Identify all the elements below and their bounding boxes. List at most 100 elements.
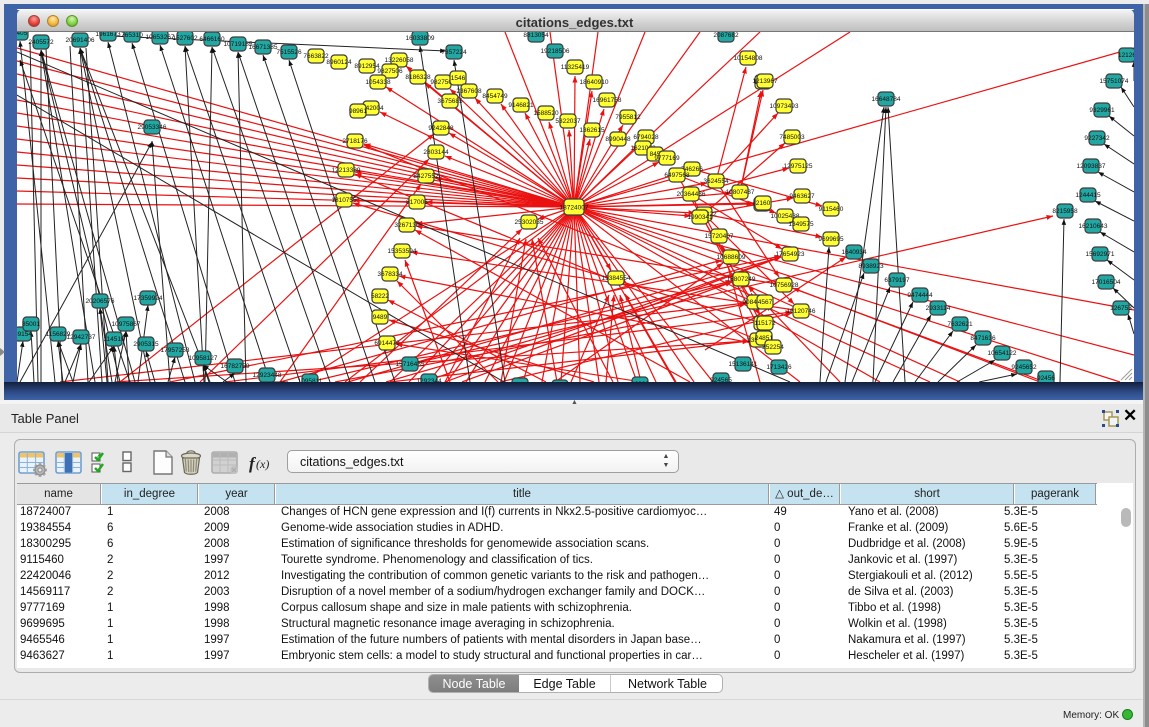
svg-text:9329961: 9329961 <box>1089 107 1115 114</box>
svg-text:1095811: 1095811 <box>298 378 323 382</box>
svg-text:1713426: 1713426 <box>766 364 792 371</box>
svg-text:(x): (x) <box>256 457 269 471</box>
svg-text:16120746: 16120746 <box>787 308 816 315</box>
svg-text:7663822: 7663822 <box>303 53 329 60</box>
svg-text:9146821: 9146821 <box>508 102 534 109</box>
svg-text:10975867: 10975867 <box>112 321 141 328</box>
svg-text:18640910: 18640910 <box>580 79 609 86</box>
svg-text:2367608: 2367608 <box>456 88 482 95</box>
svg-text:8813054: 8813054 <box>523 32 549 39</box>
svg-text:19218506: 19218506 <box>541 48 570 55</box>
svg-text:10973493: 10973493 <box>770 103 799 110</box>
svg-text:17359924: 17359924 <box>134 295 163 302</box>
svg-text:9463627: 9463627 <box>789 193 815 200</box>
svg-text:1213967: 1213967 <box>752 78 778 85</box>
svg-text:9489: 9489 <box>373 314 388 321</box>
svg-text:20364436: 20364436 <box>677 191 706 198</box>
svg-text:11325419: 11325419 <box>561 64 590 71</box>
svg-text:25302035: 25302035 <box>515 219 544 226</box>
svg-text:10807487: 10807487 <box>726 189 755 196</box>
svg-text:8938923: 8938923 <box>858 263 884 270</box>
svg-text:2087682: 2087682 <box>713 32 739 39</box>
svg-text:98961: 98961 <box>349 108 367 115</box>
svg-text:39154: 39154 <box>17 331 32 338</box>
svg-text:114519: 114519 <box>103 336 125 343</box>
svg-text:9115460: 9115460 <box>819 206 844 213</box>
svg-text:1810755: 1810755 <box>331 197 357 204</box>
svg-text:10154808: 10154808 <box>734 55 763 62</box>
svg-text:2160: 2160 <box>756 200 771 207</box>
svg-text:10958127: 10958127 <box>189 355 218 362</box>
svg-text:8960124: 8960124 <box>326 59 352 66</box>
svg-text:1292344: 1292344 <box>416 378 442 382</box>
svg-text:9242848: 9242848 <box>428 125 454 132</box>
svg-text:1244415: 1244415 <box>1075 192 1101 199</box>
svg-text:12126: 12126 <box>1118 52 1134 59</box>
svg-text:3675685: 3675685 <box>437 98 463 105</box>
svg-text:10688609: 10688609 <box>717 254 746 261</box>
svg-text:15720407: 15720407 <box>705 233 734 240</box>
svg-text:6466160: 6466160 <box>199 36 225 43</box>
svg-text:18724007: 18724007 <box>560 205 589 212</box>
svg-text:1546: 1546 <box>451 75 466 82</box>
svg-text:29053346: 29053346 <box>138 124 167 131</box>
svg-text:16648784: 16648784 <box>872 96 901 103</box>
svg-text:5322037: 5322037 <box>555 118 581 125</box>
svg-text:9474444: 9474444 <box>907 292 933 299</box>
svg-text:13226058: 13226058 <box>385 57 414 64</box>
svg-text:20206576: 20206576 <box>86 298 115 305</box>
svg-text:1349575: 1349575 <box>788 221 814 228</box>
svg-text:92456: 92456 <box>1037 375 1055 382</box>
svg-text:817006: 817006 <box>406 199 428 206</box>
svg-text:1054338: 1054338 <box>365 79 391 86</box>
svg-text:10756928: 10756928 <box>770 282 799 289</box>
svg-text:6379197: 6379197 <box>884 277 910 284</box>
svg-text:12093837: 12093837 <box>1077 163 1106 170</box>
svg-text:17016504: 17016504 <box>1092 279 1121 286</box>
svg-text:9699695: 9699695 <box>818 236 844 243</box>
svg-text:19384554: 19384554 <box>602 275 631 282</box>
svg-text:8186328: 8186328 <box>405 74 431 81</box>
svg-text:9777169: 9777169 <box>654 155 680 162</box>
svg-text:7485003: 7485003 <box>779 134 805 141</box>
svg-text:10654122: 10654122 <box>988 350 1017 357</box>
svg-text:6497568: 6497568 <box>664 172 690 179</box>
svg-text:85001: 85001 <box>22 321 40 328</box>
svg-text:15353594: 15353594 <box>388 248 417 255</box>
svg-text:2718176: 2718176 <box>342 138 368 145</box>
svg-text:924565: 924565 <box>710 377 732 382</box>
svg-text:12213389: 12213389 <box>332 167 361 174</box>
svg-text:7515526: 7515526 <box>276 49 302 56</box>
svg-text:7955812: 7955812 <box>615 114 641 121</box>
svg-text:17957253: 17957253 <box>161 347 190 354</box>
svg-text:2405572: 2405572 <box>28 39 54 46</box>
svg-text:16033: 16033 <box>631 381 649 382</box>
svg-text:252254: 252254 <box>762 344 784 351</box>
svg-text:1990341: 1990341 <box>687 214 713 221</box>
svg-text:12923448: 12923448 <box>253 372 282 379</box>
svg-text:10653267: 10653267 <box>146 34 175 41</box>
svg-text:16210643: 16210643 <box>1079 223 1108 230</box>
svg-text:9827506: 9827506 <box>377 68 403 75</box>
svg-text:9227342: 9227342 <box>1084 135 1110 142</box>
svg-text:8990448: 8990448 <box>605 136 631 143</box>
svg-text:17654923: 17654923 <box>776 251 805 258</box>
svg-text:126753: 126753 <box>1110 305 1132 312</box>
svg-text:3267130: 3267130 <box>394 222 420 229</box>
svg-text:7357224: 7357224 <box>441 49 467 56</box>
svg-text:3624554: 3624554 <box>703 178 729 185</box>
svg-text:1362615: 1362615 <box>579 127 605 134</box>
svg-text:12942737: 12942737 <box>67 334 96 341</box>
svg-text:2905315: 2905315 <box>133 341 159 348</box>
svg-text:16782759: 16782759 <box>221 363 250 370</box>
svg-text:9245652: 9245652 <box>1011 364 1037 371</box>
svg-text:765310: 765310 <box>121 32 143 39</box>
svg-text:12975125: 12975125 <box>784 163 813 170</box>
svg-text:8471636: 8471636 <box>970 335 996 342</box>
svg-text:4567: 4567 <box>758 299 773 306</box>
svg-text:1588520: 1588520 <box>533 110 559 117</box>
svg-text:2405: 2405 <box>17 32 28 37</box>
svg-text:16961758: 16961758 <box>593 97 622 104</box>
svg-text:16671385: 16671385 <box>249 44 278 51</box>
svg-text:15136141: 15136141 <box>729 361 758 368</box>
